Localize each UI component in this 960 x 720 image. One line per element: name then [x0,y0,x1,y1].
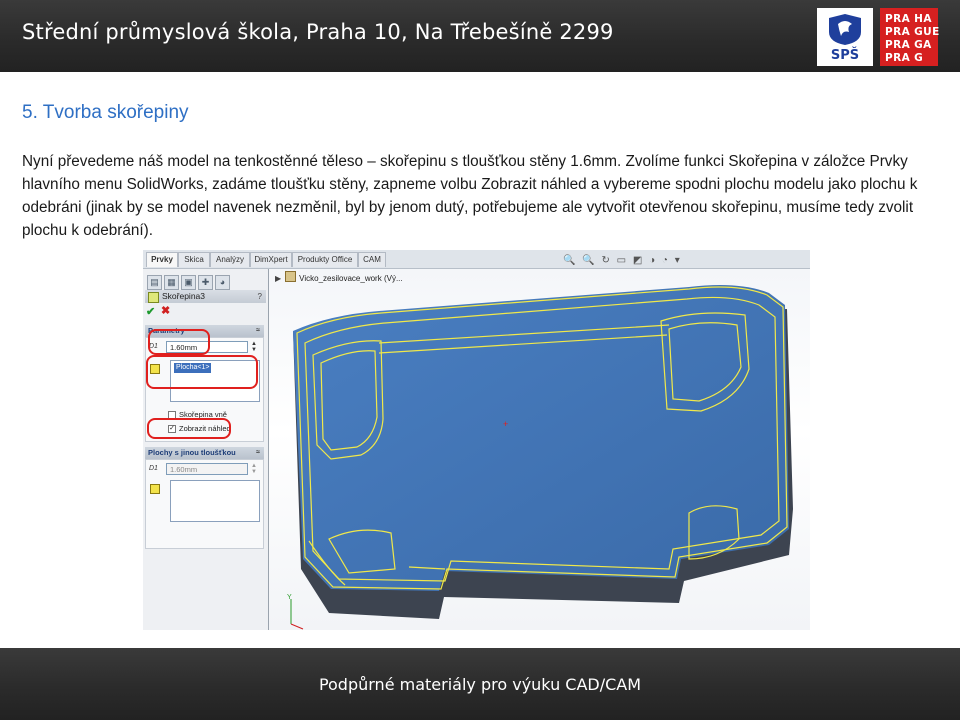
multi-thickness-input[interactable]: 1.60mm [166,463,248,475]
feature-header: Skořepina3 ? [145,290,266,303]
thickness-highlight [148,329,210,355]
collapse-chevron-icon[interactable]: ≈ [256,447,260,459]
view-triad-icon: Y [287,594,304,630]
footer-text: Podpůrné materiály pro výuku CAD/CAM [318,675,642,694]
face-highlight [146,355,258,389]
praha-logo-line: PRA GA [885,39,932,51]
tab-prvky[interactable]: Prvky [146,252,178,267]
multi-thickness-group-header[interactable]: Plochy s jinou tloušťkou ≈ [145,447,264,459]
multi-thickness-spinner[interactable]: ▲ ▼ [251,463,257,475]
preview-highlight [147,418,231,439]
configuration-icon[interactable]: ▣ [181,275,196,290]
thickness-spinner[interactable]: ▲ ▼ [251,341,257,353]
part-name[interactable]: Vicko_zesilovace_work (Vý... [299,274,402,283]
instruction-paragraph: Nyní převedeme náš model na tenkostěnné … [22,153,918,239]
shell-model-view[interactable]: + Y [269,269,810,630]
dimxpert-icon[interactable]: ✚ [198,275,213,290]
sps-logo-text: SPŠ [830,48,860,63]
praha-logo-line: PRA G [885,52,924,64]
feature-title: Skořepina3 [162,291,206,301]
help-icon[interactable]: ? [258,290,262,303]
solidworks-screenshot: Prvky Skica Analýzy DimXpert Produkty Of… [143,250,810,630]
display-manager-icon[interactable]: ◕ [215,275,230,290]
tab-analyzy[interactable]: Analýzy [210,252,250,267]
multi-thickness-group-label: Plochy s jinou tloušťkou [148,448,236,457]
svg-text:Y: Y [287,594,292,601]
multi-faces-list[interactable] [170,480,260,522]
praha-logo-line: PRA GUE [885,26,940,38]
section-heading: 5. Tvorba skořepiny [22,102,189,123]
multi-thickness-group-body: D1 1.60mm ▲ ▼ [145,459,264,549]
graphics-viewport[interactable]: + Y ▶ Vicko_zesilovace_work (Vý... [269,269,810,630]
flyout-arrow-icon[interactable]: ▶ [275,274,281,283]
manager-toolbar: ▤ ▦ ▣ ✚ ◕ [147,272,264,290]
origin-marker: + [503,419,508,429]
tab-dimxpert[interactable]: DimXpert [250,252,292,267]
praha-logo: PRA HA PRA GUE PRA GA PRA G [880,8,940,66]
property-manager-icon[interactable]: ▦ [164,275,179,290]
shell-feature-icon [148,292,159,303]
praha-logo-line: PRA HA [885,13,932,25]
multi-face-selection-icon [150,484,160,494]
multi-thickness-dim-icon: D1 [149,465,158,472]
command-manager-tabs: Prvky Skica Analýzy DimXpert Produkty Of… [143,250,810,269]
ok-button[interactable]: ✔ [146,305,155,318]
tab-cam[interactable]: CAM [358,252,386,267]
property-manager: ▤ ▦ ▣ ✚ ◕ Skořepina3 ? ✔ ✖ Parametry ≈ D1 1.6… [143,269,269,630]
cancel-button[interactable]: ✖ [161,304,170,317]
collapse-chevron-icon[interactable]: ≈ [256,325,260,337]
feature-tree-flyout[interactable]: ▶ Vicko_zesilovace_work (Vý... [275,271,403,283]
header-title: Střední průmyslová škola, Praha 10, Na T… [22,20,614,44]
feature-tree-icon[interactable]: ▤ [147,275,162,290]
footer-bar: Podpůrné materiály pro výuku CAD/CAM [0,648,960,720]
part-icon [285,271,297,282]
sps-logo: SPŠ [817,8,873,66]
tab-skica[interactable]: Skica [178,252,210,267]
view-toolbar-icons[interactable]: 🔍 🔍 ↻ ▭ ◩ ◑ ◔ ▾ [563,255,682,266]
tab-produkty-office[interactable]: Produkty Office [292,252,358,267]
dragon-emblem-icon [829,14,861,45]
header-bar: Střední průmyslová škola, Praha 10, Na T… [0,0,960,72]
